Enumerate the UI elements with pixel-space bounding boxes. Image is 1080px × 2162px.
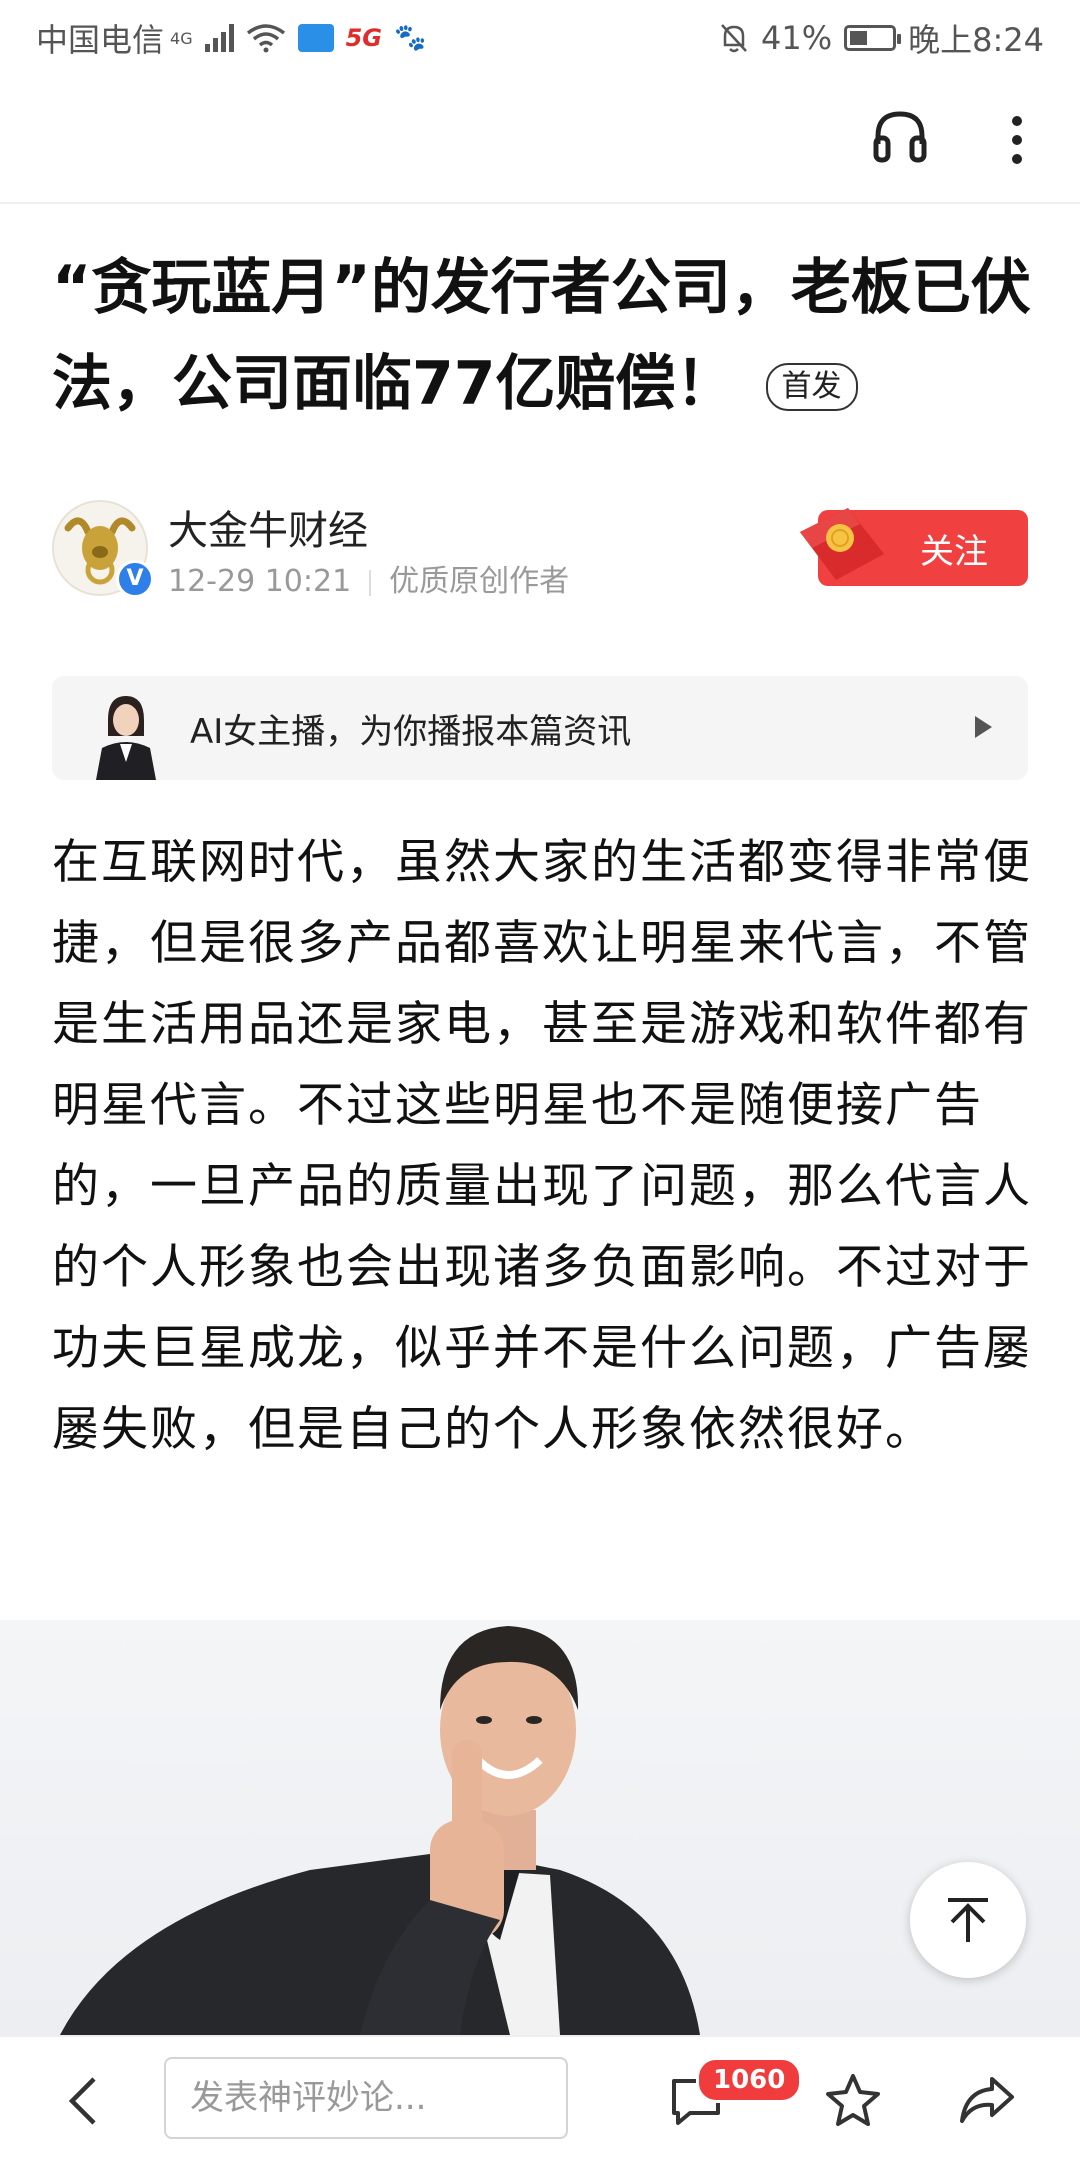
publish-date: 12-29 10:21: [168, 564, 352, 599]
article-title: “贪玩蓝月”的发行者公司，老板已伏法，公司面临77亿赔偿！ 首发: [52, 240, 1032, 432]
battery-icon: [844, 25, 902, 51]
verified-badge: V: [116, 560, 154, 598]
first-publish-badge: 首发: [765, 363, 858, 412]
red-envelope-icon: [800, 508, 884, 580]
star-icon[interactable]: [824, 2071, 882, 2129]
author-tag: 优质原创作者: [389, 564, 570, 599]
author-avatar[interactable]: V: [52, 500, 154, 598]
author-name[interactable]: 大金牛财经: [168, 498, 368, 556]
article-title-text: “贪玩蓝月”的发行者公司，老板已伏法，公司面临77亿赔偿！: [52, 253, 1031, 419]
more-icon[interactable]: [1010, 112, 1024, 166]
ai-anchor-label: AI女主播，为你播报本篇资讯: [190, 712, 632, 752]
bottom-bar: 发表神评妙论... 1060: [0, 2035, 1080, 2162]
signal-icon: [204, 24, 234, 52]
ai-anchor-avatar: [96, 696, 156, 780]
network-type: 4G: [170, 28, 193, 48]
top-bar: [0, 76, 1080, 204]
status-bar: 中国电信 4G 5G 🐾 41% 晚上8:24: [0, 0, 1080, 76]
follow-button[interactable]: 关注: [800, 508, 1028, 586]
status-left: 中国电信 4G 5G 🐾: [36, 15, 426, 61]
comment-count-badge: 1060: [696, 2057, 803, 2103]
mute-icon: [721, 24, 747, 53]
wifi-icon: [246, 24, 285, 53]
ai-anchor-banner[interactable]: AI女主播，为你播报本篇资讯: [52, 676, 1028, 780]
battery-percent: 41%: [761, 19, 833, 57]
baidu-icon: 🐾: [394, 23, 427, 53]
follow-label: 关注: [920, 531, 988, 572]
share-icon[interactable]: [958, 2073, 1016, 2127]
article-body: 在互联网时代，虽然大家的生活都变得非常便捷，但是很多产品都喜欢让明星来代言，不管…: [52, 835, 1032, 1457]
author-row: V 大金牛财经 12-29 10:21 优质原创作者 关注: [52, 500, 1028, 600]
back-to-top-icon: [948, 1898, 988, 1942]
clock: 晚上8:24: [908, 21, 1044, 59]
headphone-icon[interactable]: [870, 106, 930, 166]
meta-divider: [369, 569, 372, 596]
carrier-label: 中国电信: [36, 21, 165, 59]
back-to-top-button[interactable]: [910, 1862, 1026, 1978]
author-meta: 12-29 10:21 优质原创作者: [168, 556, 569, 600]
5g-app-icon: 5G: [345, 24, 382, 52]
article-photo[interactable]: [0, 1620, 1080, 2035]
back-icon[interactable]: [64, 2073, 104, 2129]
play-icon[interactable]: [975, 716, 992, 738]
status-right: 41% 晚上8:24: [719, 15, 1044, 61]
message-icon: [297, 24, 334, 52]
comment-input[interactable]: 发表神评妙论...: [164, 2057, 568, 2139]
man-thumbs-up-illustration: [60, 1626, 700, 2035]
